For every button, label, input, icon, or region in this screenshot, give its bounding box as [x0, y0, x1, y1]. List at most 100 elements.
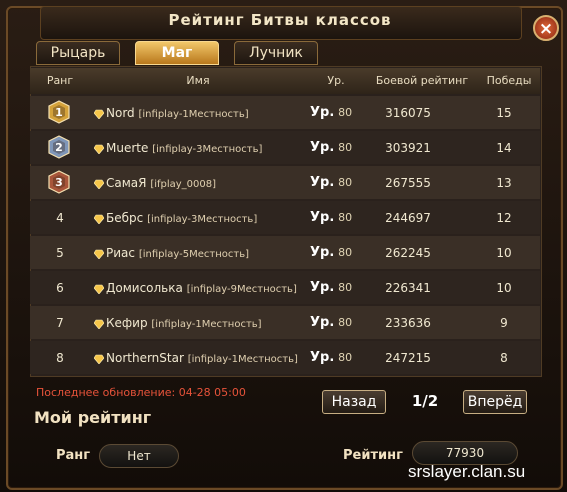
gem-icon [94, 144, 104, 154]
level-cell: Ур. 80 [310, 280, 352, 295]
wins-cell: 12 [496, 211, 512, 225]
battle-rating-cell: 316075 [385, 106, 431, 120]
player-guild: [infiplay-3Местность] [152, 144, 263, 155]
column-header-wins: Победы [486, 74, 532, 87]
player-name-cell[interactable]: NorthernStar [infiplay-1Местность] [94, 351, 298, 365]
wins-cell: 10 [496, 281, 512, 295]
player-name: СамаЯ [106, 176, 147, 190]
level-prefix: Ур. [310, 140, 335, 155]
gold-medal-icon: 1 [48, 100, 70, 124]
wins-cell: 15 [496, 106, 512, 120]
player-name: NorthernStar [106, 351, 184, 365]
medal-rank-text: 2 [55, 141, 63, 154]
page-indicator: 1/2 [411, 392, 439, 410]
rank-cell: 5 [56, 246, 64, 260]
player-name: Nord [106, 106, 135, 120]
gem-icon [94, 179, 104, 189]
level-value: 80 [338, 176, 353, 189]
gem-icon [94, 109, 104, 119]
level-value: 80 [338, 351, 353, 364]
player-name-cell[interactable]: Домисолька [infiplay-9Местность] [94, 281, 297, 295]
gem-icon [94, 214, 104, 224]
level-prefix: Ур. [310, 350, 335, 365]
level-value: 80 [338, 246, 353, 259]
column-header-name: Имя [186, 74, 210, 87]
level-value: 80 [338, 211, 353, 224]
player-name: Риас [106, 246, 135, 260]
battle-rating-cell: 267555 [385, 176, 431, 190]
rank-cell: 4 [56, 211, 64, 225]
watermark: srslayer.clan.su [408, 462, 526, 481]
player-guild: [infiplay-5Местность] [138, 249, 249, 260]
back-button[interactable]: Назад [322, 390, 386, 414]
level-value: 80 [338, 316, 353, 329]
gem-icon [94, 249, 104, 259]
player-guild: [infiplay-3Местность] [147, 214, 258, 225]
battle-rating-cell: 303921 [385, 141, 431, 155]
player-guild: [infiplay-9Местность] [186, 284, 297, 295]
level-cell: Ур. 80 [310, 175, 352, 190]
medal-rank-text: 3 [55, 176, 63, 189]
battle-rating-cell: 226341 [385, 281, 431, 295]
tab-mage[interactable]: Маг [135, 41, 219, 65]
player-name: Кефир [106, 316, 148, 330]
player-guild: [infiplay-1Местность] [138, 109, 249, 120]
player-name: Muerte [106, 141, 149, 155]
level-prefix: Ур. [310, 280, 335, 295]
player-name-cell[interactable]: Muerte [infiplay-3Местность] [94, 141, 262, 155]
level-cell: Ур. 80 [310, 315, 352, 330]
level-prefix: Ур. [310, 210, 335, 225]
level-value: 80 [338, 281, 353, 294]
level-value: 80 [338, 141, 353, 154]
column-header-rating: Боевой рейтинг [375, 74, 469, 87]
rank-cell: 7 [56, 316, 64, 330]
battle-rating-cell: 262245 [385, 246, 431, 260]
level-value: 80 [338, 106, 353, 119]
column-header-rank: Ранг [46, 74, 74, 87]
wins-cell: 13 [496, 176, 512, 190]
tab-knight[interactable]: Рыцарь [36, 41, 120, 65]
level-prefix: Ур. [310, 315, 335, 330]
player-guild: [infiplay-1Местность] [151, 319, 262, 330]
player-name-cell[interactable]: СамаЯ [ifplay_0008] [94, 176, 216, 190]
level-prefix: Ур. [310, 105, 335, 120]
next-button[interactable]: Вперёд [463, 390, 527, 414]
level-cell: Ур. 80 [310, 245, 352, 260]
my-rank-value: Нет [99, 444, 179, 468]
level-cell: Ур. 80 [310, 105, 352, 120]
battle-rating-cell: 233636 [385, 316, 431, 330]
gem-icon [94, 354, 104, 364]
rank-cell: 8 [56, 351, 64, 365]
wins-cell: 9 [500, 316, 508, 330]
player-name-cell[interactable]: Кефир [infiplay-1Местность] [94, 316, 262, 330]
close-icon: × [538, 19, 554, 39]
gem-icon [94, 319, 104, 329]
my-rating-label: Рейтинг [343, 448, 403, 463]
battle-rating-cell: 247215 [385, 351, 431, 365]
player-guild: [ifplay_0008] [150, 179, 217, 190]
battle-rating-cell: 244697 [385, 211, 431, 225]
wins-cell: 8 [500, 351, 508, 365]
player-name: Бебрс [106, 211, 144, 225]
wins-cell: 14 [496, 141, 512, 155]
player-guild: [infiplay-1Местность] [187, 354, 298, 365]
tab-archer[interactable]: Лучник [234, 41, 318, 65]
my-rank-label: Ранг [56, 448, 91, 463]
wins-cell: 10 [496, 246, 512, 260]
rank-cell: 6 [56, 281, 64, 295]
my-rating-title: Мой рейтинг [34, 408, 152, 427]
window-title: Рейтинг Битвы классов [168, 11, 392, 29]
level-cell: Ур. 80 [310, 210, 352, 225]
player-name-cell[interactable]: Бебрс [infiplay-3Местность] [94, 211, 257, 225]
level-prefix: Ур. [310, 175, 335, 190]
player-name-cell[interactable]: Риас [infiplay-5Местность] [94, 246, 249, 260]
last-update-text: Последнее обновление: 04-28 05:00 [36, 386, 246, 399]
medal-rank-text: 1 [55, 106, 63, 119]
column-header-level: Ур. [327, 74, 345, 87]
level-cell: Ур. 80 [310, 350, 352, 365]
gem-icon [94, 284, 104, 294]
level-cell: Ур. 80 [310, 140, 352, 155]
close-button[interactable]: × [533, 15, 559, 41]
player-name-cell[interactable]: Nord [infiplay-1Местность] [94, 106, 249, 120]
silver-medal-icon: 2 [48, 135, 70, 159]
